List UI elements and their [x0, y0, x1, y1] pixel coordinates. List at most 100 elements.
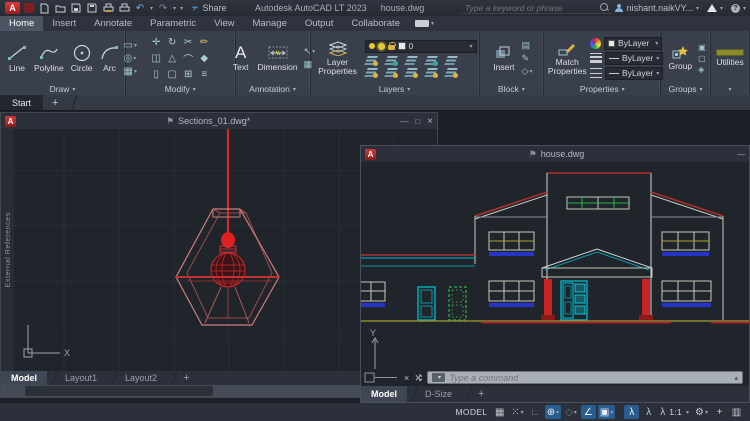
- lineweight-dropdown[interactable]: ByLayer ▾: [605, 52, 663, 65]
- user-account-button[interactable]: nishant.naikVY... ▾: [615, 3, 699, 13]
- panel-label-block[interactable]: Block: [480, 83, 544, 95]
- snap-mode-toggle[interactable]: ⁙▾: [509, 405, 525, 419]
- command-close-icon[interactable]: ×: [404, 373, 409, 383]
- layer-prev-tool-icon[interactable]: [445, 68, 457, 77]
- grid-display-toggle[interactable]: ▦: [492, 405, 507, 419]
- help-button[interactable]: ▾: [731, 4, 746, 13]
- polyline-button[interactable]: Polyline: [31, 33, 67, 83]
- command-wrench-icon[interactable]: ⚒: [413, 373, 424, 381]
- arc-button[interactable]: Arc: [97, 33, 123, 83]
- open-file-button[interactable]: [54, 2, 66, 14]
- layer-color-swatch[interactable]: [398, 42, 406, 50]
- panel-label-groups[interactable]: Groups: [661, 83, 710, 95]
- panel-label-annotation[interactable]: Annotation: [236, 83, 310, 95]
- erase-tool-icon[interactable]: ✏: [200, 37, 208, 48]
- group-edit-tool-icon[interactable]: ▢: [698, 54, 706, 63]
- sections-tab-model[interactable]: Model: [1, 371, 47, 385]
- share-button[interactable]: ➣ Share: [191, 3, 226, 14]
- linetype-icon[interactable]: [590, 68, 602, 78]
- ribbon-tab-collaborate[interactable]: Collaborate: [342, 16, 409, 31]
- house-new-layout-button[interactable]: +: [470, 386, 492, 402]
- ribbon-tab-annotate[interactable]: Annotate: [85, 16, 141, 31]
- house-titlebar[interactable]: A ⚑ house.dwg —: [361, 146, 749, 162]
- command-input[interactable]: [449, 373, 730, 383]
- color-wheel-icon[interactable]: [590, 38, 601, 49]
- move-tool-icon[interactable]: ✛: [152, 37, 160, 48]
- model-space-toggle[interactable]: MODEL: [453, 407, 491, 417]
- layer-thaw-icon[interactable]: [378, 43, 385, 50]
- sections-new-layout-button[interactable]: +: [175, 371, 197, 385]
- annotation-autoscale-toggle[interactable]: λ: [641, 405, 656, 419]
- utilities-measure-button[interactable]: Utilities: [713, 33, 747, 83]
- sections-close-button[interactable]: ×: [427, 116, 433, 127]
- layer-isolate-tool-icon[interactable]: [385, 56, 397, 65]
- ribbon-tab-manage[interactable]: Manage: [244, 16, 296, 31]
- panel-label-draw[interactable]: Draw: [0, 83, 125, 95]
- annotation-scale-button[interactable]: λ1:1▾: [658, 405, 691, 419]
- fillet-tool-icon[interactable]: ⌒: [183, 51, 193, 66]
- ortho-mode-toggle[interactable]: ∟: [528, 405, 543, 419]
- explode-tool-icon[interactable]: ◆: [200, 53, 208, 64]
- scale-tool-icon[interactable]: ▢: [168, 69, 177, 80]
- panel-label-utilities[interactable]: [711, 83, 749, 95]
- lineweight-icon[interactable]: [590, 53, 602, 63]
- layer-unlock-tool-icon[interactable]: [405, 68, 417, 77]
- command-line[interactable]: ▾ ▴: [427, 371, 743, 384]
- undo-button[interactable]: ↶: [134, 2, 146, 14]
- trim-tool-icon[interactable]: ✂: [184, 37, 192, 48]
- osnap-tracking-toggle[interactable]: ∠: [581, 405, 596, 419]
- layer-thaw-all-tool-icon[interactable]: [385, 68, 397, 77]
- rotate-tool-icon[interactable]: ↻: [168, 37, 176, 48]
- undo-dropdown-arrow-icon[interactable]: ▾: [150, 5, 153, 12]
- panel-label-modify[interactable]: Modify: [126, 83, 235, 95]
- layer-dropdown[interactable]: 0 ▾: [365, 40, 477, 53]
- external-references-palette-tab[interactable]: External References: [1, 129, 14, 371]
- create-block-tool-icon[interactable]: ▤: [522, 40, 531, 51]
- layer-match-tool-icon[interactable]: [445, 56, 457, 65]
- offset-tool-icon[interactable]: ≡: [201, 69, 207, 80]
- ungroup-tool-icon[interactable]: ▣: [698, 43, 706, 52]
- house-tab-model[interactable]: Model: [361, 386, 407, 402]
- command-expand-icon[interactable]: ▴: [734, 374, 738, 382]
- plot-button[interactable]: [102, 2, 114, 14]
- layer-lock-tool-icon[interactable]: [425, 56, 437, 65]
- ribbon-tab-parametric[interactable]: Parametric: [141, 16, 205, 31]
- edit-attribute-tool-icon[interactable]: ◇: [522, 66, 529, 77]
- sections-minimize-button[interactable]: —: [400, 117, 408, 126]
- sections-scrollbar-thumb[interactable]: [25, 386, 213, 396]
- linetype-dropdown[interactable]: ByLayer ▾: [605, 67, 663, 80]
- layer-on-icon[interactable]: [369, 43, 375, 49]
- search-input[interactable]: [465, 3, 596, 13]
- ribbon-tab-view[interactable]: View: [205, 16, 243, 31]
- polar-tracking-toggle[interactable]: ⊕▾: [545, 405, 561, 419]
- redo-dropdown-arrow-icon[interactable]: ▾: [173, 5, 176, 12]
- clean-screen-button[interactable]: ▥: [729, 405, 744, 419]
- search-icon[interactable]: [600, 3, 609, 12]
- circle-button[interactable]: Circle: [68, 33, 96, 83]
- redo-button[interactable]: ↷: [157, 2, 169, 14]
- layer-dropdown-arrow-icon[interactable]: ▾: [470, 43, 473, 50]
- ribbon-tab-home[interactable]: Home: [0, 16, 43, 31]
- object-snap-toggle[interactable]: ▣▾: [598, 405, 615, 419]
- line-button[interactable]: Line: [4, 33, 30, 83]
- file-tab-start[interactable]: Start: [0, 95, 43, 110]
- annotation-visibility-toggle[interactable]: λ: [624, 405, 639, 419]
- layer-off-tool-icon[interactable]: [365, 56, 377, 65]
- ribbon-tab-insert[interactable]: Insert: [43, 16, 85, 31]
- insert-block-button[interactable]: Insert: [490, 33, 517, 83]
- sections-titlebar[interactable]: A ⚑ Sections_01.dwg* — □ ×: [1, 113, 437, 129]
- sections-tab-layout1[interactable]: Layout1: [55, 371, 107, 385]
- mirror-tool-icon[interactable]: △: [168, 53, 176, 64]
- group-select-tool-icon[interactable]: ◈: [698, 65, 704, 74]
- layer-freeze-tool-icon[interactable]: [405, 56, 417, 65]
- sections-maximize-button[interactable]: □: [415, 117, 420, 126]
- new-file-button[interactable]: [38, 2, 50, 14]
- object-color-dropdown[interactable]: ByLayer ▾: [604, 37, 662, 50]
- text-button[interactable]: A Text: [230, 33, 252, 83]
- autodesk-app-button[interactable]: ▾: [707, 4, 723, 12]
- save-button[interactable]: [70, 2, 82, 14]
- layer-walk-tool-icon[interactable]: [365, 68, 377, 77]
- copy-tool-icon[interactable]: ◫: [152, 53, 161, 64]
- layer-on-all-tool-icon[interactable]: [425, 68, 437, 77]
- dimension-button[interactable]: Dimension: [254, 33, 300, 83]
